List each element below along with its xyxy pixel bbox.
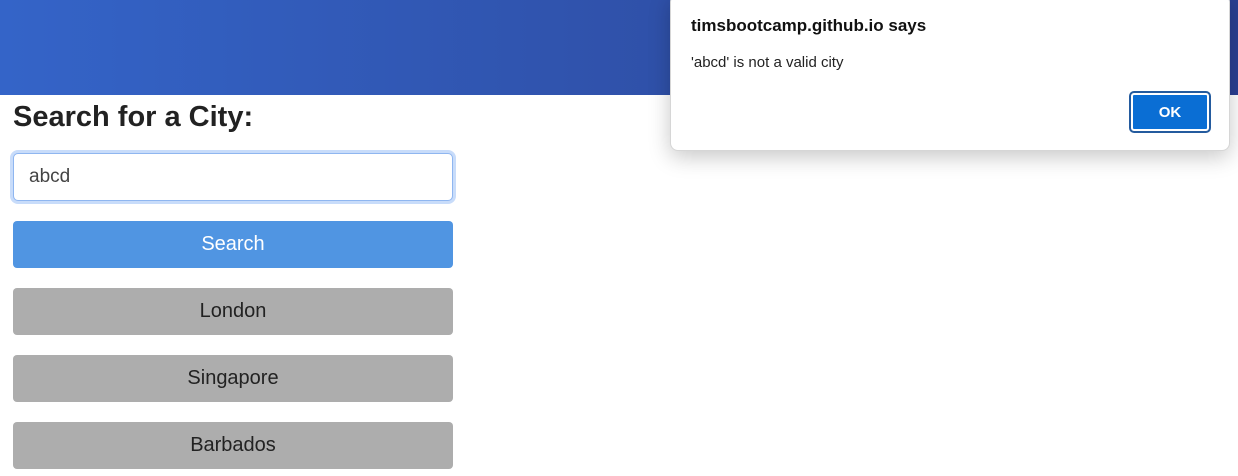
alert-ok-button[interactable]: OK (1129, 91, 1211, 133)
history-city-button-barbados[interactable]: Barbados (13, 422, 453, 469)
city-input-container (13, 153, 453, 201)
alert-title: timsbootcamp.github.io says (691, 16, 927, 35)
page: Search for a City: Search London Singapo… (0, 0, 1238, 476)
search-button[interactable]: Search (13, 221, 453, 268)
city-search-input[interactable] (14, 154, 452, 200)
search-title: Search for a City: (13, 101, 254, 133)
alert-dialog: timsbootcamp.github.io says 'abcd' is no… (670, 0, 1230, 151)
history-city-button-singapore[interactable]: Singapore (13, 355, 453, 402)
search-panel: Search for a City: Search London Singapo… (13, 95, 453, 469)
alert-message: 'abcd' is not a valid city (691, 54, 844, 71)
history-city-button-london[interactable]: London (13, 288, 453, 335)
